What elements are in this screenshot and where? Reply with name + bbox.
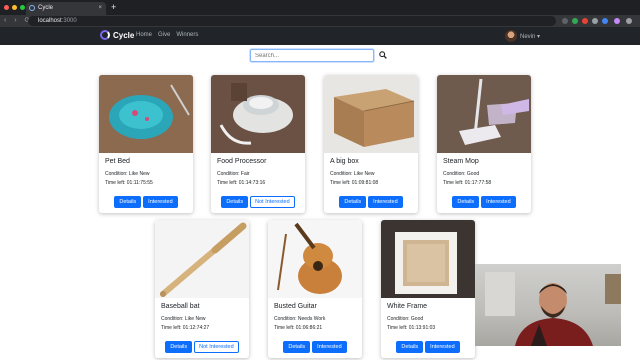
item-time-left: Time left: 01:13:91:03 [387,325,436,331]
card-actions: Details Not Interested [211,196,305,208]
details-button[interactable]: Details [165,341,193,353]
nav-link-give[interactable]: Give [158,32,170,38]
details-button[interactable]: Details [114,196,142,208]
browser-tab[interactable]: Cycle × [26,2,106,15]
search-bar [250,49,390,62]
item-image [437,75,531,153]
window-controls[interactable] [4,5,25,10]
item-condition: Condition: Needs Work [274,316,326,322]
item-condition: Condition: Like New [161,316,206,322]
interested-button[interactable]: Interested [425,341,460,353]
item-card: Baseball bat Condition: Like New Time le… [155,220,249,358]
item-time-left: Time left: 01:12:74:27 [161,325,210,331]
interested-button[interactable]: Interested [368,196,403,208]
card-actions: Details Interested [268,341,362,353]
item-card: White Frame Condition: Good Time left: 0… [381,220,475,358]
browser-toolbar: ‹ › ⟳ localhost:3000 [0,15,640,27]
item-title: Steam Mop [443,158,479,165]
favicon-icon [29,5,35,11]
card-actions: Details Interested [324,196,418,208]
item-card: Food Processor Condition: Fair Time left… [211,75,305,213]
minimize-window-icon[interactable] [12,5,17,10]
new-tab-button[interactable]: + [111,2,116,13]
item-image [155,220,249,298]
close-window-icon[interactable] [4,5,9,10]
item-card: Pet Bed Condition: Like New Time left: 0… [99,75,193,213]
item-condition: Condition: Like New [330,171,375,177]
brand[interactable]: Cycle [100,30,134,40]
not-interested-button[interactable]: Not Interested [250,196,295,208]
item-time-left: Time left: 01:11:75:55 [105,180,153,186]
item-card: A big box Condition: Like New Time left:… [324,75,418,213]
webcam-overlay [475,264,621,346]
extension-icon[interactable] [572,18,578,24]
search-input[interactable] [250,49,374,62]
url-host: localhost [38,18,62,24]
details-button[interactable]: Details [283,341,311,353]
profile-icon[interactable] [614,18,620,24]
item-image [324,75,418,153]
search-icon [379,50,387,59]
nav-links: Home Give Winners [136,32,198,38]
tab-close-icon[interactable]: × [98,2,102,15]
details-button[interactable]: Details [396,341,424,353]
app-navbar: Cycle Home Give Winners Nevin ▾ [0,27,640,45]
avatar [505,30,517,42]
user-name: Nevin ▾ [520,33,541,40]
interested-button[interactable]: Interested [312,341,347,353]
item-card: Busted Guitar Condition: Needs Work Time… [268,220,362,358]
card-actions: Details Interested [99,196,193,208]
extension-icon[interactable] [592,18,598,24]
item-title: Busted Guitar [274,303,317,310]
item-time-left: Time left: 01:14:73:16 [217,180,266,186]
item-title: A big box [330,158,359,165]
tab-title: Cycle [38,5,54,11]
nav-link-home[interactable]: Home [136,32,152,38]
url-port: :3000 [61,18,77,24]
search-button[interactable] [376,49,390,62]
item-time-left: Time left: 01:09:81:08 [330,180,379,186]
interested-button[interactable]: Interested [481,196,516,208]
card-actions: Details Interested [381,341,475,353]
item-image [211,75,305,153]
item-title: Baseball bat [161,303,200,310]
user-menu[interactable]: Nevin ▾ [505,30,540,42]
item-image [99,75,193,153]
item-time-left: Time left: 01:06:86:21 [274,325,323,331]
item-title: Food Processor [217,158,267,165]
details-button[interactable]: Details [452,196,480,208]
maximize-window-icon[interactable] [20,5,25,10]
details-button[interactable]: Details [339,196,367,208]
brand-name: Cycle [113,30,135,40]
nav-link-winners[interactable]: Winners [176,32,198,38]
extension-icon[interactable] [602,18,608,24]
not-interested-button[interactable]: Not Interested [194,341,239,353]
cycle-logo-icon [100,30,110,40]
item-image [268,220,362,298]
item-condition: Condition: Like New [105,171,150,177]
address-bar[interactable]: localhost:3000 [28,16,556,26]
item-card: Steam Mop Condition: Good Time left: 01:… [437,75,531,213]
item-condition: Condition: Good [443,171,480,177]
card-actions: Details Not Interested [155,341,249,353]
extension-icon[interactable] [562,18,568,24]
browser-tab-strip: Cycle × + [0,0,640,15]
browser-menu-icon[interactable] [626,18,632,24]
extension-icon[interactable] [582,18,588,24]
details-button[interactable]: Details [221,196,249,208]
item-title: Pet Bed [105,158,130,165]
item-title: White Frame [387,303,428,310]
item-condition: Condition: Good [387,316,424,322]
item-image [381,220,475,298]
card-actions: Details Interested [437,196,531,208]
item-time-left: Time left: 01:17:77:58 [443,180,492,186]
presenter-video-icon [485,272,621,346]
interested-button[interactable]: Interested [143,196,178,208]
item-condition: Condition: Fair [217,171,250,177]
